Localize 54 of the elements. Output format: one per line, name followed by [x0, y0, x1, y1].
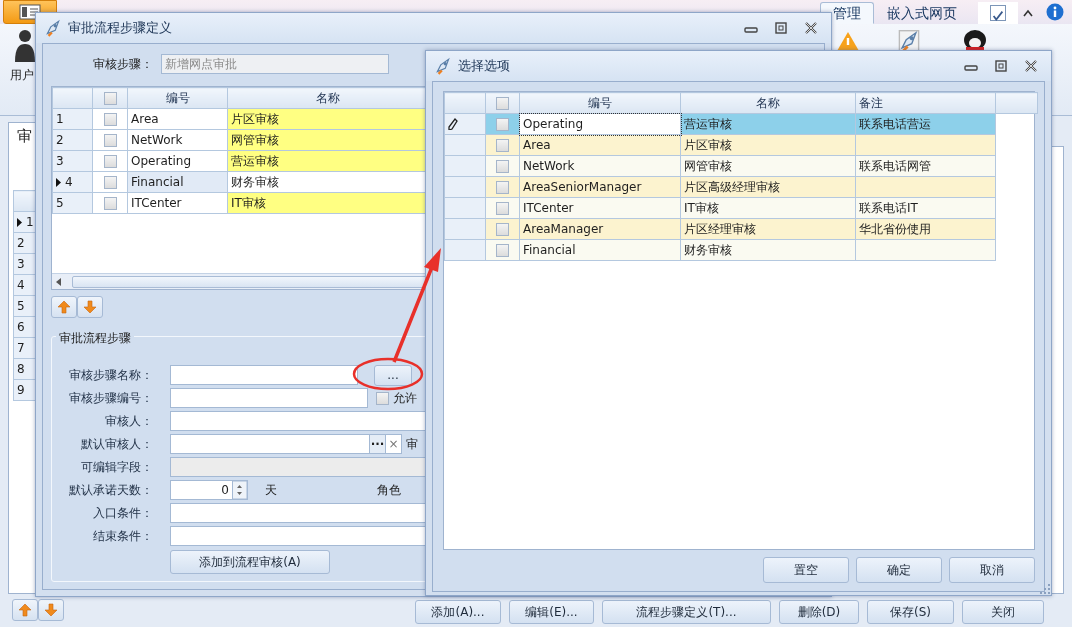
ribbon-tab[interactable]: 嵌入式网页 [874, 2, 970, 24]
field-label: 角色 [377, 482, 401, 499]
column-header[interactable]: 名称 [227, 87, 428, 109]
field-label: 审核步骤名称： [68, 367, 153, 384]
row-number: 1 [56, 111, 64, 128]
number-field[interactable]: 0 [170, 480, 248, 500]
field-label: 入口条件： [92, 505, 153, 522]
group-title: 审批流程步骤 [56, 329, 134, 347]
field-label: 审核步骤编号： [68, 390, 153, 407]
field-label: 审核人： [104, 413, 153, 430]
checkbox-label: 允许 [393, 390, 417, 407]
row-number: 9 [17, 382, 25, 399]
row-number: 5 [56, 195, 64, 212]
column-header[interactable]: 编号 [127, 87, 228, 109]
row-number: 3 [17, 256, 25, 273]
row-number: 3 [56, 153, 64, 170]
dialog-button[interactable]: 取消 [949, 557, 1035, 583]
dialog-button[interactable]: 确定 [856, 557, 942, 583]
table-cell[interactable]: Operating [519, 113, 681, 135]
field-label: 审 [406, 436, 418, 453]
action-button[interactable]: 流程步骤定义(T)... [602, 600, 771, 624]
browse-button[interactable]: ... [374, 364, 412, 386]
dialog-button[interactable]: 置空 [763, 557, 849, 583]
add-button[interactable]: 添加到流程审核(A) [170, 550, 330, 574]
window-title: 审批流程步骤定义 [68, 19, 172, 38]
column-header[interactable]: 名称 [680, 92, 856, 114]
row-number: 4 [65, 174, 73, 191]
row-number: 2 [17, 235, 25, 252]
row-number: 7 [17, 340, 25, 357]
field-label: 可编辑字段： [80, 459, 153, 476]
row-number: 6 [17, 319, 25, 336]
row-number: 2 [56, 132, 64, 149]
row-number: 5 [17, 298, 25, 315]
field-value: 0 [220, 482, 230, 499]
action-button[interactable]: 添加(A)... [415, 600, 501, 624]
unit-label: 天 [265, 482, 277, 499]
field-label: 默认审核人： [80, 436, 153, 453]
action-button[interactable]: 保存(S) [867, 600, 954, 624]
action-button[interactable]: 删除(D) [779, 600, 859, 624]
clear-button[interactable]: × [385, 435, 401, 453]
field-label: 默认承诺天数： [68, 482, 153, 499]
action-button[interactable]: 编辑(E)... [509, 600, 594, 624]
row-number: 1 [26, 214, 34, 231]
browse-button[interactable]: ··· [369, 435, 385, 453]
row-number: 8 [17, 361, 25, 378]
field-label: 结束条件： [92, 528, 153, 545]
column-header[interactable]: 编号 [519, 92, 681, 114]
column-header[interactable]: 备注 [855, 92, 996, 114]
row-number: 4 [17, 277, 25, 294]
field-label: 审核步骤： [92, 56, 153, 73]
window-title: 选择选项 [458, 57, 510, 76]
lookup-field[interactable]: ··· × [170, 434, 402, 454]
ribbon-label: 用户 [10, 67, 34, 84]
action-button[interactable]: 关闭 [962, 600, 1044, 624]
